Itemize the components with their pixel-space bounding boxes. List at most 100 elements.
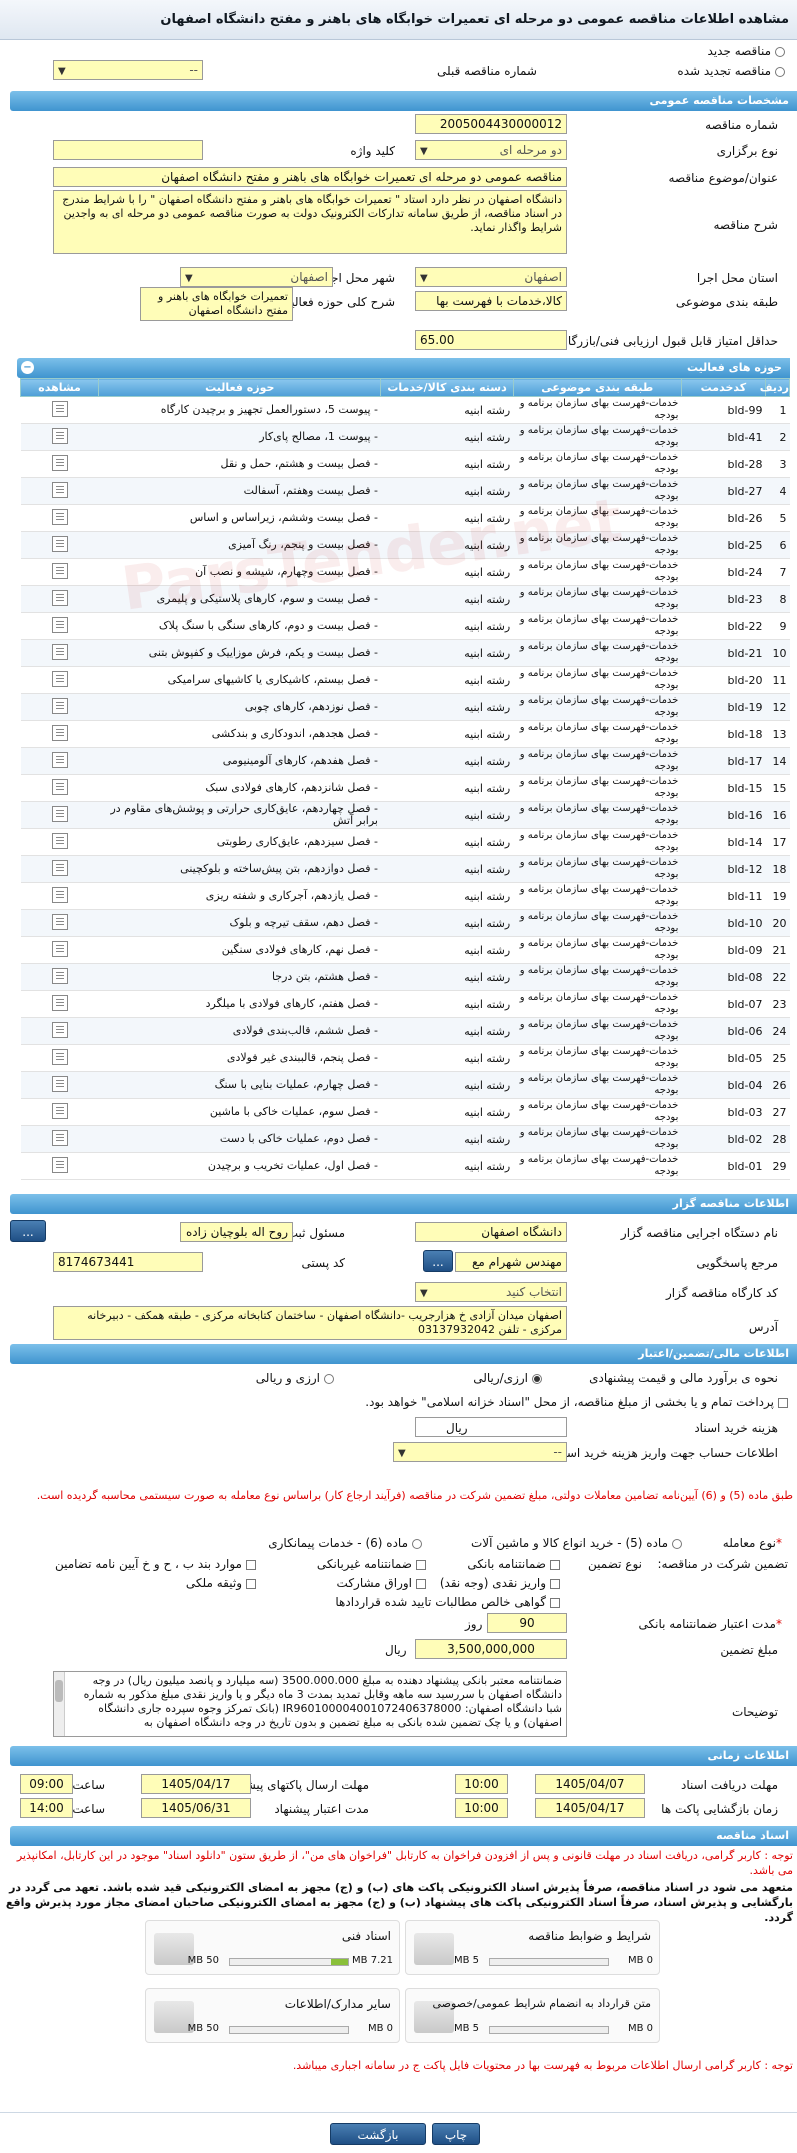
table-cell: - پیوست 5، دستورالعمل تجهیز و برچیدن کار… (98, 396, 381, 424)
ref-more-button[interactable]: ... (423, 1250, 453, 1272)
table-row: 22 bld-08 خدمات-فهرست بهای سازمان برنامه و… (20, 963, 790, 991)
province-select[interactable]: ▼ اصفهان (415, 267, 567, 287)
view-document-icon[interactable] (51, 454, 68, 471)
account-select[interactable]: ▼ -- (393, 1442, 567, 1462)
view-document-icon[interactable] (51, 724, 68, 741)
view-document-icon[interactable] (51, 643, 68, 660)
g-opt-nonbank[interactable]: ضمانتنامه غیربانکی (317, 1557, 426, 1571)
view-document-icon[interactable] (51, 697, 68, 714)
currency-radio[interactable]: ارزی و ریالی (256, 1371, 334, 1385)
table-cell: رشته ابنیه (380, 747, 514, 775)
g-opt-receivables[interactable]: گواهی خالص مطالبات تایید شده قراردادها (335, 1595, 560, 1609)
view-document-icon[interactable] (51, 670, 68, 687)
view-document-icon[interactable] (51, 562, 68, 579)
type-select[interactable]: ▼ دو مرحله ای (415, 140, 567, 160)
account-label: اطلاعات حساب جهت واریز هزینه خرید اسناد (554, 1446, 778, 1460)
g-opt-property[interactable]: وثیقه ملکی (186, 1576, 256, 1590)
upload-box-other[interactable]: سایر مدارک/اطلاعات 0 MB 50 MB (145, 1988, 400, 2043)
table-cell: خدمات-فهرست بهای سازمان برنامه و بودجه (513, 612, 682, 640)
upload-box-conditions[interactable]: شرایط و ضوابط مناقصه 0 MB 5 MB (405, 1920, 660, 1975)
notes-scrollbar[interactable] (54, 1672, 65, 1736)
g-opt-clauses[interactable]: موارد بند ب ، ح و خ آیین نامه تضامین (55, 1557, 256, 1571)
view-document-icon[interactable] (51, 481, 68, 498)
view-document-icon[interactable] (51, 940, 68, 957)
table-cell: bld-99 (681, 396, 766, 424)
upload-box-contract[interactable]: متن قرارداد به انضمام شرایط عمومی/خصوصی … (405, 1988, 660, 2043)
view-document-icon[interactable] (51, 859, 68, 876)
table-cell: - فصل بیست و پنجم، رنگ آمیزی (98, 531, 381, 559)
table-cell: 24 (765, 1017, 790, 1045)
table-cell: رشته ابنیه (380, 774, 514, 802)
new-tender-radio[interactable]: مناقصه جدید (708, 44, 785, 58)
view-document-icon[interactable] (51, 994, 68, 1011)
view-document-icon[interactable] (51, 832, 68, 849)
view-document-icon[interactable] (51, 751, 68, 768)
renewed-tender-radio[interactable]: مناقصه تجدید شده (677, 64, 785, 78)
view-document-icon[interactable] (51, 427, 68, 444)
table-cell: bld-01 (681, 1152, 766, 1180)
organizer-section-header: اطلاعات مناقصه گزار (10, 1194, 797, 1214)
send-offer-time-label: ساعت (72, 1778, 105, 1792)
table-cell: bld-10 (681, 909, 766, 937)
deal-opt-5[interactable]: ماده (5) - خرید انواع کالا و ماشین آلات (471, 1536, 682, 1550)
view-document-icon[interactable] (51, 589, 68, 606)
view-document-icon[interactable] (51, 778, 68, 795)
view-document-icon[interactable] (51, 967, 68, 984)
view-document-icon[interactable] (51, 913, 68, 930)
table-cell: bld-25 (681, 531, 766, 559)
table-cell: رشته ابنیه (380, 1044, 514, 1072)
collapse-icon[interactable]: − (21, 361, 34, 374)
view-document-icon[interactable] (51, 805, 68, 822)
table-row: 13 bld-18 خدمات-فهرست بهای سازمان برنامه و… (20, 720, 790, 748)
notes-field[interactable]: ضمانتنامه معتبر بانکی پیشنهاد دهنده به م… (53, 1671, 567, 1737)
view-document-icon[interactable] (51, 1075, 68, 1092)
table-cell: رشته ابنیه (380, 936, 514, 964)
table-cell: 7 (765, 558, 790, 586)
file-used: 7.21 MB (352, 1955, 393, 1966)
view-document-icon[interactable] (51, 616, 68, 633)
g-opt-cash[interactable]: واریز نقدی (وجه نقد) (440, 1576, 560, 1590)
offer-validity-label: مدت اعتبار پیشنهاد (274, 1802, 369, 1816)
partial-check[interactable]: پرداخت تمام و یا بخشی از مبلغ مناقصه، از… (365, 1395, 788, 1409)
table-cell: رشته ابنیه (380, 1017, 514, 1045)
table-row: 24 bld-06 خدمات-فهرست بهای سازمان برنامه و… (20, 1017, 790, 1045)
g-opt-bonds[interactable]: اوراق مشارکت (337, 1576, 426, 1590)
view-document-icon[interactable] (51, 1102, 68, 1119)
keyword-input[interactable] (53, 140, 203, 160)
print-button[interactable]: چاپ (432, 2123, 480, 2145)
table-cell: 6 (765, 531, 790, 559)
table-cell: bld-18 (681, 720, 766, 748)
scope-field: تعمیرات خوابگاه های باهنر و مفتح دانشگاه… (140, 287, 293, 321)
table-cell: - فصل بیست و هشتم، حمل و نقل (98, 450, 381, 478)
view-document-icon[interactable] (51, 1129, 68, 1146)
table-cell: - فصل هفتم، کارهای فولادی با میلگرد (98, 990, 381, 1018)
view-document-icon[interactable] (51, 1156, 68, 1173)
deal-opt-6[interactable]: ماده (6) - خدمات پیمانکاری (268, 1536, 422, 1550)
view-cell (20, 909, 99, 937)
view-document-icon[interactable] (51, 1021, 68, 1038)
rial-radio[interactable]: ارزی/ریالی (473, 1371, 542, 1385)
guarantee-type-label: نوع تضمین (588, 1557, 642, 1571)
number-label: شماره مناقصه (705, 118, 778, 132)
table-cell: خدمات-فهرست بهای سازمان برنامه و بودجه (513, 855, 682, 883)
finance-section-header: اطلاعات مالی/تضمین/اعتبار (10, 1344, 797, 1364)
view-document-icon[interactable] (51, 400, 68, 417)
city-select[interactable]: ▼ اصفهان (180, 267, 333, 287)
prev-number-select[interactable]: ▼ -- (53, 60, 203, 80)
table-cell: - فصل بیست وهفتم، آسفالت (98, 477, 381, 505)
table-cell: - فصل اول، عملیات تخریب و برچیدن (98, 1152, 381, 1180)
official-more-button[interactable]: ... (10, 1220, 46, 1242)
view-cell (20, 1071, 99, 1099)
upload-box-technical[interactable]: اسناد فنی 7.21 MB 50 MB (145, 1920, 400, 1975)
view-document-icon[interactable] (51, 886, 68, 903)
view-cell (20, 936, 99, 964)
table-cell: 25 (765, 1044, 790, 1072)
view-document-icon[interactable] (51, 1048, 68, 1065)
back-button[interactable]: بازگشت (330, 2123, 426, 2145)
view-document-icon[interactable] (51, 535, 68, 552)
g-opt-bank[interactable]: ضمانتنامه بانکی (467, 1557, 560, 1571)
table-cell: 29 (765, 1152, 790, 1180)
folder-icon (414, 1933, 454, 1965)
workshop-select[interactable]: ▼ انتخاب کنید (415, 1282, 567, 1302)
view-document-icon[interactable] (51, 508, 68, 525)
